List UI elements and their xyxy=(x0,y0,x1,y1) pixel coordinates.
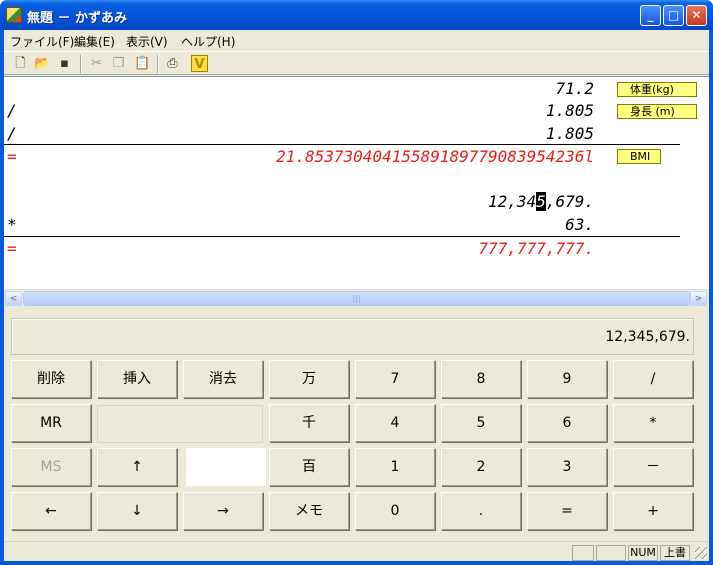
up-arrow-button[interactable]: ↑ xyxy=(97,448,177,486)
menu-help[interactable]: ヘルプ(H) xyxy=(181,33,235,50)
title-bar[interactable]: 無題 － かずあみ _ □ ✕ xyxy=(0,0,713,30)
label-tag[interactable]: BMI xyxy=(617,149,661,164)
result-value: 777,777,777. xyxy=(478,239,594,258)
equals-button[interactable]: = xyxy=(527,492,607,530)
text-caret: 5 xyxy=(536,192,546,211)
resize-grip-icon[interactable] xyxy=(695,547,707,559)
digit-2-button[interactable]: 2 xyxy=(441,448,521,486)
maximize-button[interactable]: □ xyxy=(663,5,684,26)
label-tag[interactable]: 体重(kg) xyxy=(617,82,697,97)
line-operator: = xyxy=(7,147,17,166)
result-value: 21.85373040415589189779083954236l xyxy=(276,147,594,166)
line-value: 63. xyxy=(565,215,594,234)
minus-button[interactable]: － xyxy=(613,448,693,486)
save-icon[interactable]: ▪ xyxy=(56,55,73,72)
delete-button[interactable]: 削除 xyxy=(11,360,91,398)
app-window: 無題 － かずあみ _ □ ✕ ファイル(F) 編集(E) 表示(V) ヘルプ(… xyxy=(0,0,713,565)
menu-file[interactable]: ファイル(F) xyxy=(10,33,74,50)
new-file-icon[interactable]: 🗋 xyxy=(12,55,29,72)
calc-line[interactable]: 71.2 xyxy=(4,78,600,100)
sum-rule xyxy=(4,144,680,145)
man-button[interactable]: 万 xyxy=(269,360,349,398)
calc-line[interactable]: 12,345,679. xyxy=(4,191,600,213)
memory-store-button[interactable]: MS xyxy=(11,448,91,486)
line-value: 1.805 xyxy=(545,101,594,120)
left-arrow-button[interactable]: ← xyxy=(11,492,91,530)
line-value: 71.2 xyxy=(555,79,594,98)
calc-line[interactable]: / 1.805 xyxy=(4,100,600,122)
result-line[interactable]: = 21.85373040415589189779083954236l xyxy=(4,146,600,168)
memory-recall-button[interactable]: MR xyxy=(11,404,91,442)
clear-button[interactable]: 消去 xyxy=(183,360,263,398)
decimal-button[interactable]: . xyxy=(441,492,521,530)
divide-button[interactable]: / xyxy=(613,360,693,398)
app-icon[interactable] xyxy=(6,7,22,23)
scroll-left-icon[interactable]: < xyxy=(5,291,22,306)
toolbar-separator xyxy=(80,55,82,73)
digit-3-button[interactable]: 3 xyxy=(527,448,607,486)
line-operator: * xyxy=(7,215,17,234)
menu-bar: ファイル(F) 編集(E) 表示(V) ヘルプ(H) xyxy=(4,30,709,50)
calculator-display: 12,345,679. xyxy=(11,318,694,355)
calculation-sheet[interactable]: 71.2 体重(kg) / 1.805 身長 (m) / 1.805 = 21.… xyxy=(4,76,709,306)
plus-button[interactable]: + xyxy=(613,492,693,530)
down-arrow-button[interactable]: ↓ xyxy=(97,492,177,530)
check-v-icon[interactable]: V xyxy=(191,55,208,72)
digit-5-button[interactable]: 5 xyxy=(441,404,521,442)
toolbar-separator xyxy=(157,55,159,73)
copy-icon[interactable]: ❐ xyxy=(110,55,127,72)
line-value: 1.805 xyxy=(545,124,594,143)
insert-button[interactable]: 挿入 xyxy=(97,360,177,398)
client-area: ファイル(F) 編集(E) 表示(V) ヘルプ(H) 🗋 📂 ▪ ✂ ❐ 📋 ⎙… xyxy=(4,30,709,561)
minimize-button[interactable]: _ xyxy=(640,5,661,26)
status-bar: NUM 上書 xyxy=(4,541,709,561)
empty-key-slot xyxy=(186,448,266,486)
scroll-thumb[interactable]: ||| xyxy=(23,291,690,306)
digit-6-button[interactable]: 6 xyxy=(527,404,607,442)
sen-button[interactable]: 千 xyxy=(269,404,349,442)
menu-edit[interactable]: 編集(E) xyxy=(74,33,115,50)
toolbar: 🗋 📂 ▪ ✂ ❐ 📋 ⎙ V xyxy=(4,51,709,75)
line-value: 12,345,679. xyxy=(488,192,594,211)
menu-view[interactable]: 表示(V) xyxy=(126,33,168,50)
memo-button[interactable]: メモ xyxy=(269,492,349,530)
digit-7-button[interactable]: 7 xyxy=(355,360,435,398)
hyaku-button[interactable]: 百 xyxy=(269,448,349,486)
status-pane xyxy=(572,545,594,561)
open-folder-icon[interactable]: 📂 xyxy=(34,55,51,72)
line-operator: / xyxy=(7,124,17,143)
result-line[interactable]: = 777,777,777. xyxy=(4,238,600,260)
window-title: 無題 － かずあみ xyxy=(27,11,128,26)
line-operator: = xyxy=(7,239,17,258)
horizontal-scrollbar[interactable]: < ||| > xyxy=(4,289,709,306)
right-arrow-button[interactable]: → xyxy=(183,492,263,530)
digit-8-button[interactable]: 8 xyxy=(441,360,521,398)
digit-0-button[interactable]: 0 xyxy=(355,492,435,530)
multiply-button[interactable]: * xyxy=(613,404,693,442)
close-button[interactable]: ✕ xyxy=(686,5,707,26)
cut-icon[interactable]: ✂ xyxy=(88,55,105,72)
calc-line[interactable]: * 63. xyxy=(4,214,600,236)
memo-field xyxy=(97,405,263,443)
digit-4-button[interactable]: 4 xyxy=(355,404,435,442)
overwrite-indicator: 上書 xyxy=(660,545,690,561)
line-operator: / xyxy=(7,101,17,120)
print-icon[interactable]: ⎙ xyxy=(164,55,181,72)
digit-1-button[interactable]: 1 xyxy=(355,448,435,486)
calc-line[interactable]: / 1.805 xyxy=(4,123,600,145)
status-pane xyxy=(596,545,626,561)
digit-9-button[interactable]: 9 xyxy=(527,360,607,398)
paste-icon[interactable]: 📋 xyxy=(134,55,151,72)
label-tag[interactable]: 身長 (m) xyxy=(617,104,697,119)
sum-rule xyxy=(4,236,680,237)
scroll-right-icon[interactable]: > xyxy=(690,291,707,306)
num-lock-indicator: NUM xyxy=(628,545,658,561)
